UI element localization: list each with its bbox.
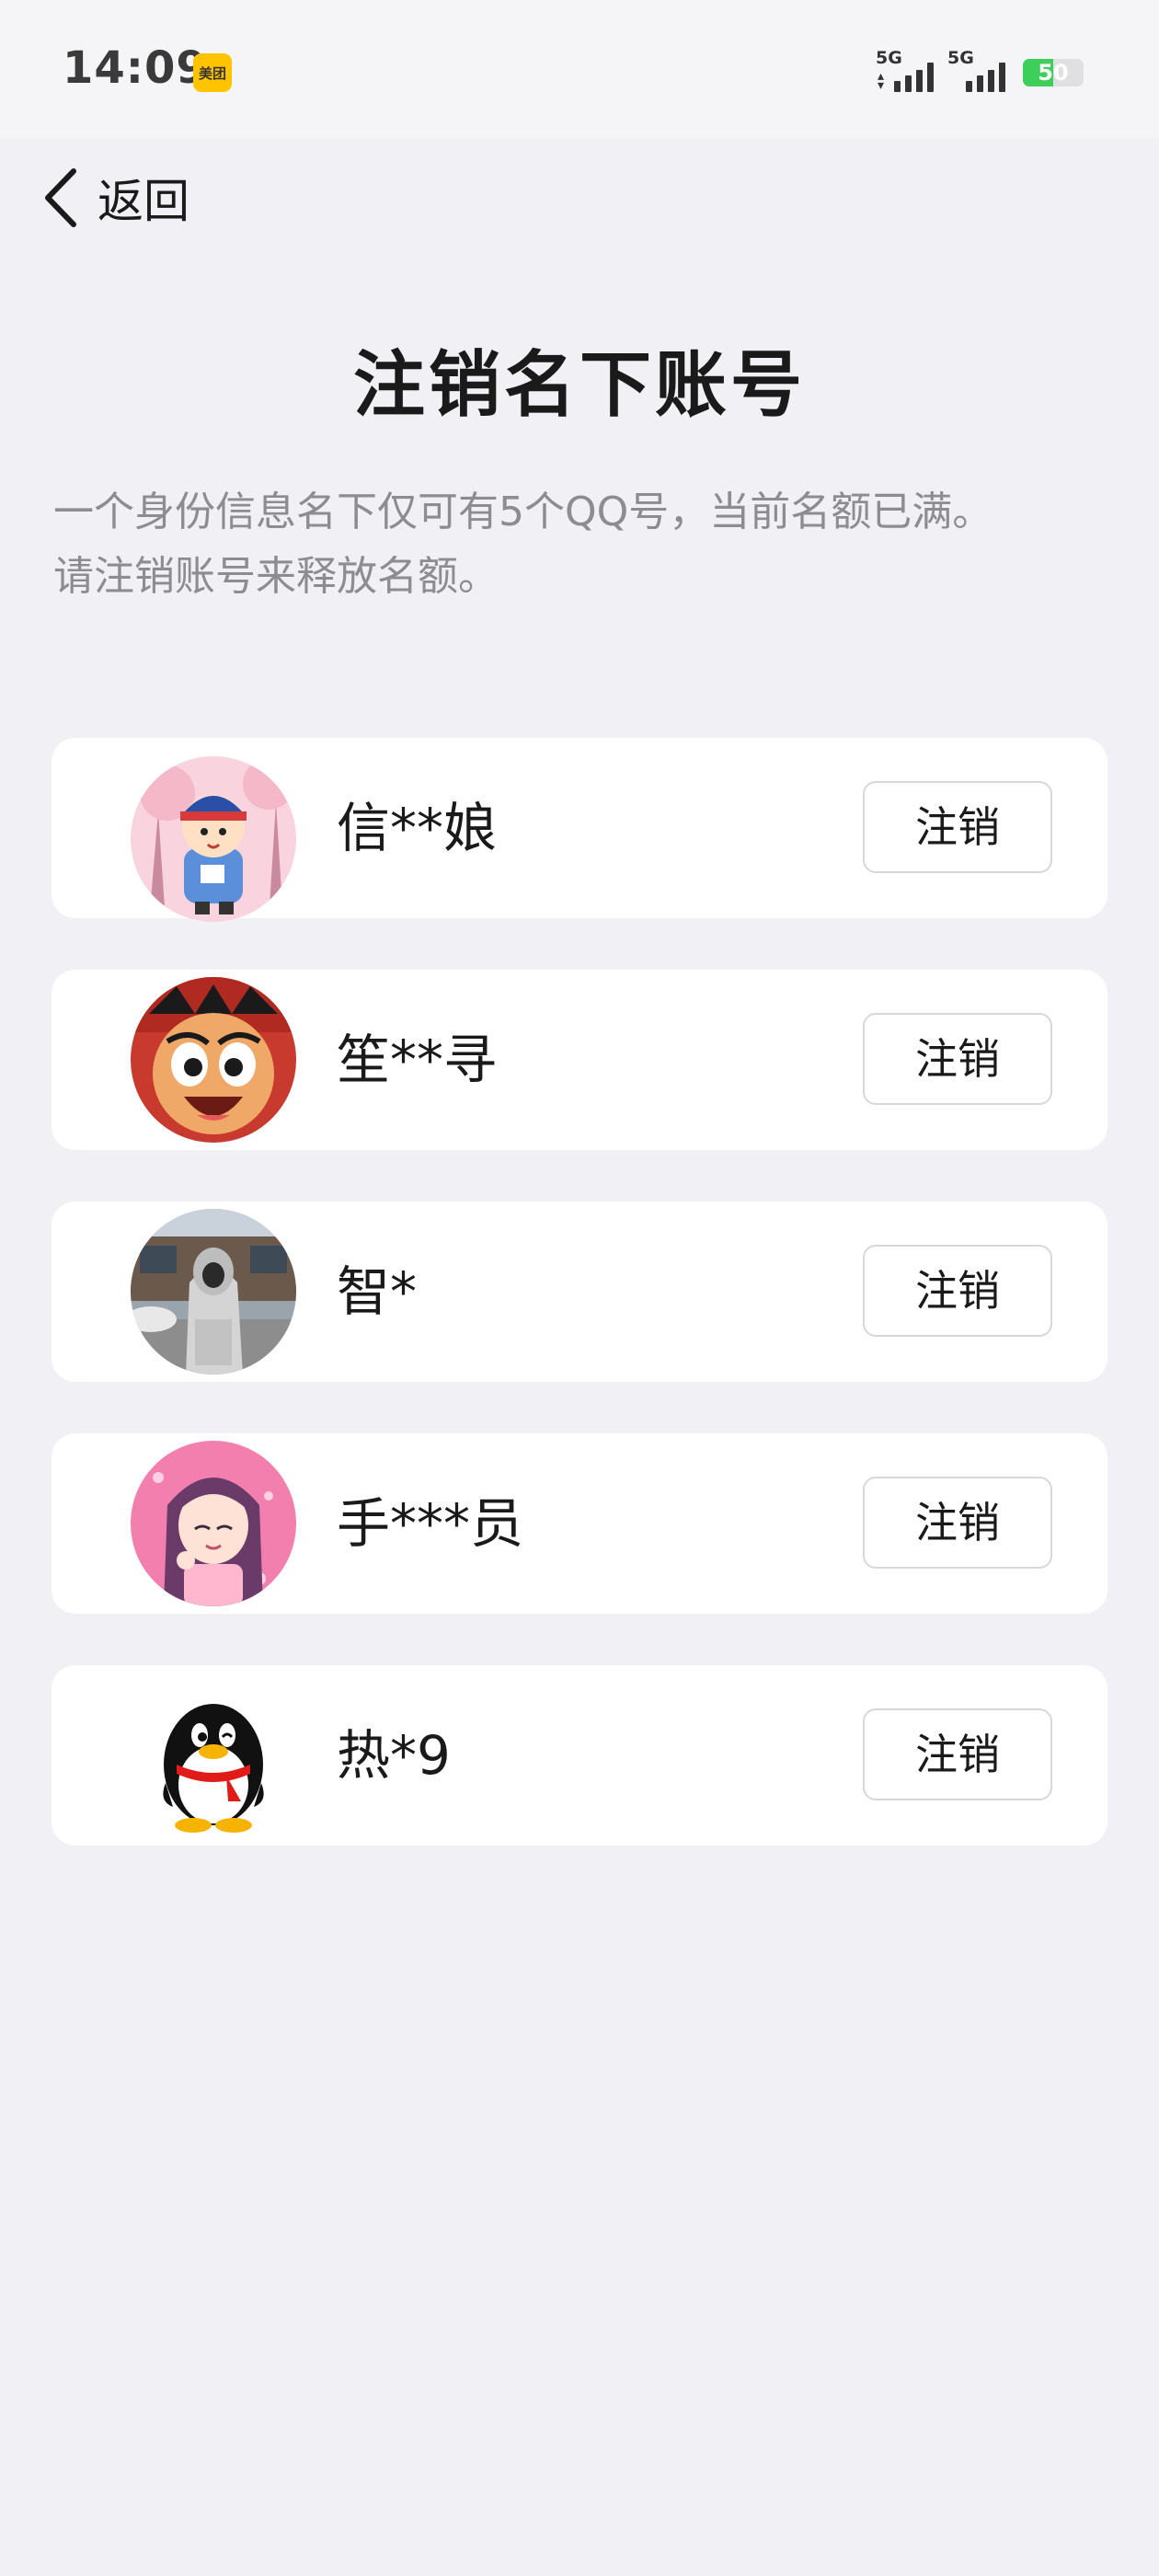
account-card: 热*9 注销 (52, 1665, 1107, 1846)
back-label: 返回 (98, 175, 189, 228)
account-card: 智* 注销 (52, 1202, 1107, 1382)
battery-icon: 50 (1023, 59, 1084, 86)
signal-icon-sim2: 5G (947, 48, 1012, 94)
account-name: 热*9 (337, 1724, 451, 1787)
cancel-account-button[interactable]: 注销 (863, 1245, 1052, 1337)
status-bar: 14:09 美团 5G ▴ ▾ 5G 50 (0, 0, 1159, 138)
qq-penguin-avatar (131, 1673, 296, 1838)
cancel-account-button[interactable]: 注销 (863, 1477, 1052, 1569)
meituan-app-icon: 美团 (193, 53, 232, 92)
account-name: 手***员 (337, 1492, 524, 1555)
description-line: 一个身份信息名下仅可有5个QQ号，当前名额已满。 (53, 489, 993, 535)
back-button[interactable]: 返回 (40, 166, 189, 230)
battery-percent: 50 (1038, 60, 1069, 86)
signal-icon-sim1: 5G ▴ ▾ (876, 48, 940, 94)
cancel-account-button[interactable]: 注销 (863, 781, 1052, 873)
cancel-account-button[interactable]: 注销 (863, 1708, 1052, 1800)
signal-bars-icon (966, 63, 1005, 92)
page-title: 注销名下账号 (352, 344, 806, 427)
account-card: 笙**寻 注销 (52, 970, 1107, 1150)
data-arrows-icon: ▴ ▾ (878, 69, 885, 93)
signal-bars-icon (894, 63, 934, 92)
account-card: 手***员 注销 (52, 1433, 1107, 1614)
account-name: 智* (337, 1260, 418, 1323)
status-time: 14:09 (63, 42, 208, 94)
chevron-left-icon (45, 168, 76, 227)
cancel-account-button[interactable]: 注销 (863, 1013, 1052, 1105)
description-line: 请注销账号来释放名额。 (53, 553, 499, 600)
cartoon-face-avatar (131, 977, 296, 1143)
anime-girl-avatar (131, 1441, 296, 1606)
hooded-person-photo-avatar (131, 1209, 296, 1374)
account-card: 信**娘 注销 (52, 738, 1107, 922)
page-description: 一个身份信息名下仅可有5个QQ号，当前名额已满。 请注销账号来释放名额。 (53, 480, 1111, 609)
account-name: 笙**寻 (337, 1029, 498, 1091)
cartoon-kid-avatar (131, 756, 296, 922)
account-name: 信**娘 (337, 797, 498, 859)
